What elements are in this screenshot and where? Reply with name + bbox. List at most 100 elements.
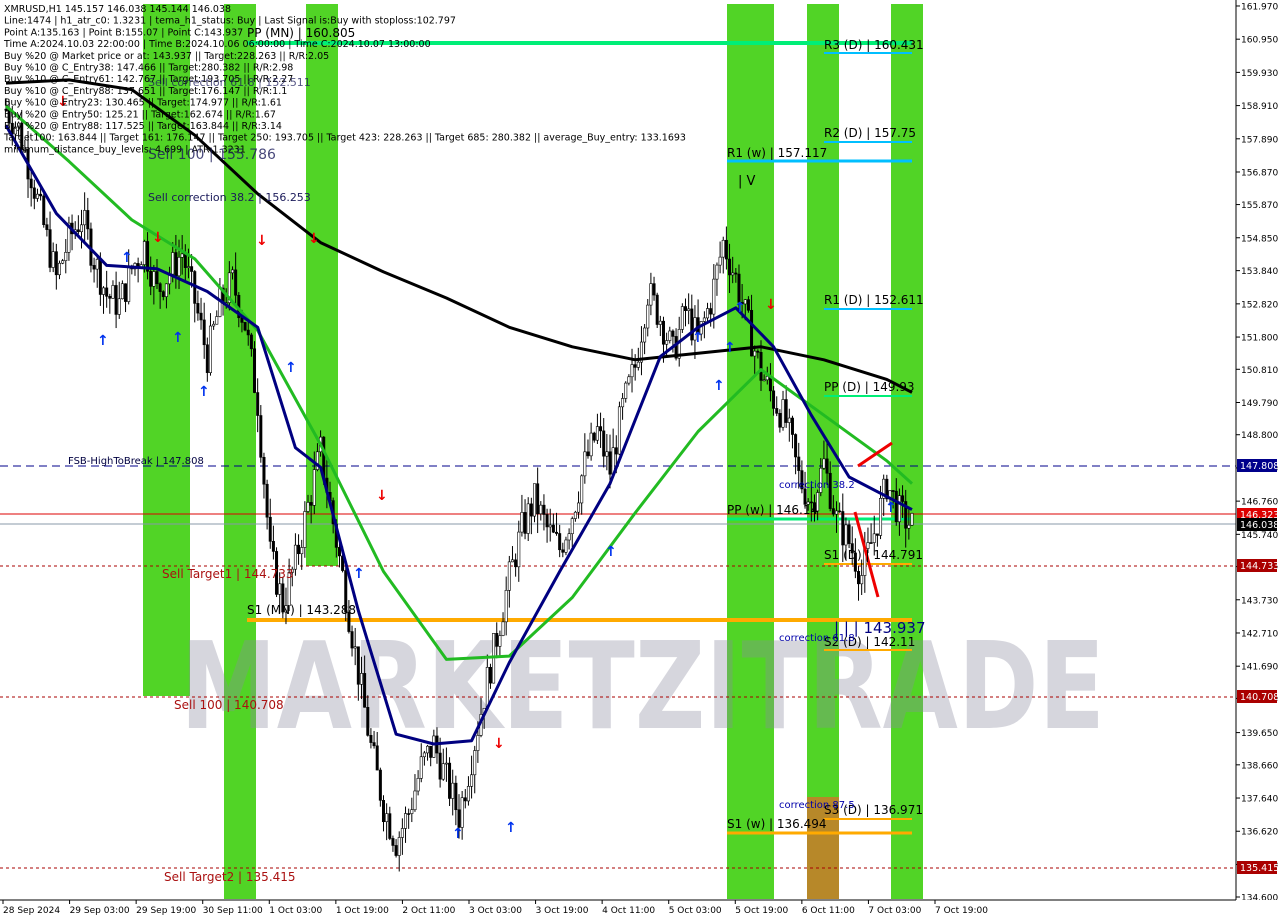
candle-body: [378, 769, 382, 801]
candle-body: [551, 524, 555, 533]
candle-body: [573, 511, 577, 519]
candle-body: [592, 432, 596, 441]
candle-body: [407, 813, 411, 815]
candle-body: [366, 706, 370, 736]
badge-target1-text: 144.733: [1240, 561, 1279, 572]
candle-body: [737, 273, 741, 303]
candle-body: [831, 508, 835, 515]
candle-body: [451, 782, 455, 799]
candle-body: [375, 745, 379, 771]
candle-body: [734, 272, 738, 275]
candle-body: [875, 533, 879, 536]
candle-body: [548, 524, 552, 528]
candle-body: [709, 308, 713, 315]
time-tick-label: 7 Oct 03:00: [868, 906, 921, 916]
candle-body: [599, 426, 603, 432]
candle-body: [501, 621, 505, 636]
candle-body: [312, 469, 316, 506]
badge-current-text: 146.038: [1240, 520, 1279, 531]
candle-body: [460, 797, 464, 828]
candle-body: [306, 502, 310, 512]
candle-body: [627, 376, 631, 384]
candle-body: [907, 524, 911, 529]
candle-body: [29, 178, 33, 189]
candle-body: [429, 745, 433, 758]
pp-d-label: PP (D) | 149.93: [824, 380, 915, 394]
time-tick-label: 29 Sep 19:00: [136, 906, 196, 916]
candle-body: [825, 458, 829, 474]
pp-w-label: PP (w) | 146.14: [727, 503, 818, 517]
candle-body: [253, 348, 257, 393]
candle-body: [158, 283, 162, 292]
price-tick-label: 137.640: [1241, 795, 1278, 805]
candle-body: [114, 285, 118, 315]
time-tick-label: 3 Oct 19:00: [536, 906, 589, 916]
candle-body: [164, 283, 168, 297]
candle-body: [249, 334, 253, 350]
candle-body: [753, 350, 757, 357]
candle-body: [120, 283, 124, 300]
candle-body: [897, 495, 901, 523]
candle-body: [444, 762, 448, 765]
header-line: Buy %10 @ Entry23: 130.465 || Target:174…: [4, 98, 282, 109]
price-tick-label: 149.790: [1241, 399, 1278, 409]
candle-body: [359, 673, 363, 685]
buy-arrow-icon: ↑: [605, 544, 617, 560]
candle-body: [152, 271, 156, 287]
candle-body: [507, 561, 511, 591]
r1-w-label: R1 (w) | 157.117: [727, 146, 827, 160]
candle-body: [457, 809, 461, 828]
candle-body: [834, 510, 838, 515]
time-tick-label: 2 Oct 11:00: [402, 906, 455, 916]
candle-body: [561, 549, 565, 553]
candle-body: [51, 251, 55, 268]
candle-body: [353, 646, 357, 649]
candle-body: [271, 541, 275, 552]
candle-body: [706, 308, 710, 319]
candle-body: [838, 510, 842, 513]
buy-arrow-icon: ↑: [713, 378, 725, 394]
candle-body: [643, 327, 647, 343]
candle-body: [649, 283, 653, 306]
chart-area: MARKETZITRADE ↑ ↑ ↑ ↑ ↑ ↑ ↑ ↑ ↑ ↑ ↑ ↑ ↑ …: [0, 0, 1280, 920]
candle-body: [778, 413, 782, 428]
candle-body: [577, 502, 581, 513]
price-tick-label: 152.820: [1241, 300, 1278, 310]
candle-body: [391, 838, 395, 846]
candle-body: [602, 430, 606, 457]
candle-body: [762, 379, 766, 382]
candle-body: [190, 266, 194, 272]
candle-body: [542, 504, 546, 515]
candle-body: [127, 265, 131, 302]
candle-body: [759, 352, 763, 381]
candle-body: [54, 251, 58, 276]
candle-body: [61, 260, 65, 264]
candle-body: [655, 294, 659, 325]
r2-d-label: R2 (D) | 157.75: [824, 126, 916, 140]
price-tick-label: 150.810: [1241, 366, 1278, 376]
candle-body: [413, 790, 417, 811]
candle-body: [860, 575, 864, 585]
badge-fsb-text: 147.808: [1240, 461, 1279, 472]
candle-body: [756, 350, 760, 353]
candle-body: [356, 646, 360, 685]
wave-mark-label: | V: [738, 174, 756, 189]
candle-body: [517, 531, 521, 568]
candle-body: [539, 504, 543, 515]
candle-body: [234, 269, 238, 296]
time-tick-label: 7 Oct 19:00: [935, 906, 988, 916]
header-line: Time A:2024.10.03 22:00:00 | Time B:2024…: [3, 39, 431, 50]
candle-body: [731, 272, 735, 276]
candle-body: [174, 252, 178, 277]
candle-body: [520, 512, 524, 533]
candle-body: [728, 258, 732, 276]
candle-body: [636, 361, 640, 368]
candle-body: [536, 483, 540, 515]
buy-arrow-icon: ↑: [885, 500, 897, 516]
header-line: Line:1474 | h1_atr_c0: 1.3231 | tema_h1_…: [4, 16, 456, 27]
candle-body: [790, 417, 794, 435]
overlap-label-2: Sell 100 | 155.786: [148, 147, 276, 163]
candle-body: [910, 513, 914, 526]
candle-body: [794, 434, 798, 458]
buy-arrow-icon: ↑: [198, 384, 210, 400]
